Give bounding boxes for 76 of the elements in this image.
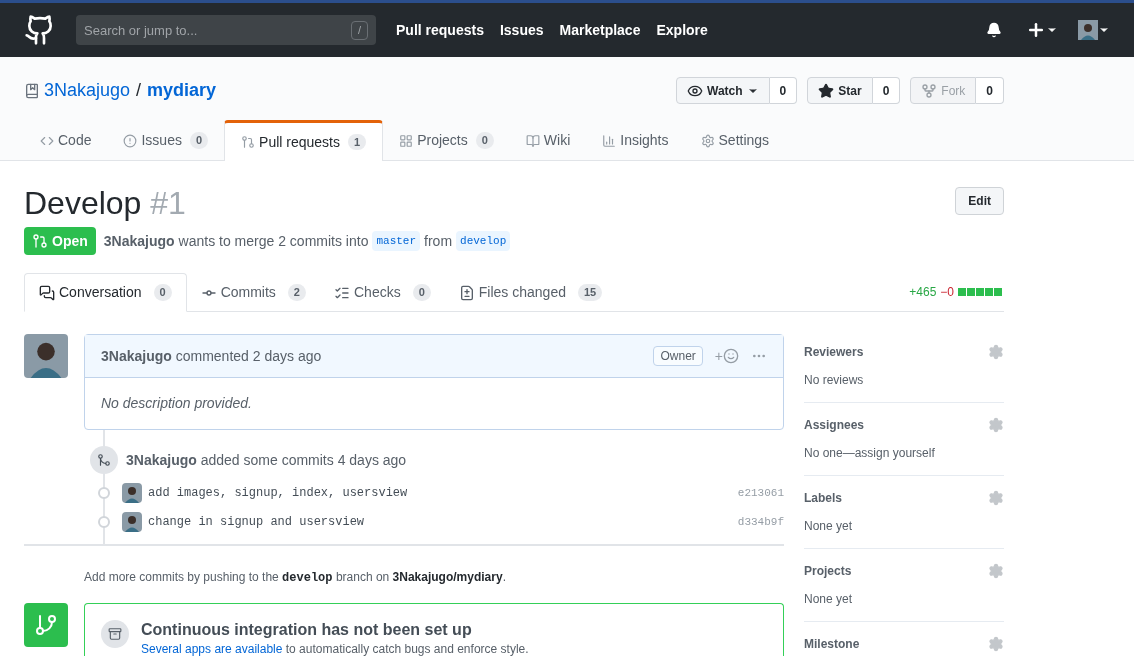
profile-menu[interactable] bbox=[1078, 20, 1110, 40]
repo-tab[interactable]: Code bbox=[24, 120, 108, 161]
speech-bubbles-icon bbox=[39, 284, 55, 301]
pr-tab[interactable]: Conversation 0 bbox=[24, 273, 187, 312]
commits-event-text: 3Nakajugo added some commits 4 days ago bbox=[126, 450, 407, 470]
book-icon bbox=[525, 133, 540, 148]
sidebar-value: None yet bbox=[804, 591, 854, 608]
repo-tab[interactable]: Insights bbox=[586, 120, 685, 161]
path-separator: / bbox=[136, 79, 142, 102]
sidebar-heading[interactable]: Labels bbox=[804, 489, 842, 507]
owner-link[interactable]: 3Nakajugo bbox=[44, 77, 131, 104]
repo-tab[interactable]: Projects 0 bbox=[383, 120, 510, 161]
diffstat-bar bbox=[958, 287, 1002, 296]
settings-icon[interactable] bbox=[988, 417, 1004, 433]
commit-message[interactable]: change in signup and usersview bbox=[148, 513, 738, 531]
avatar bbox=[122, 483, 142, 503]
ci-description: Several apps are available to automatically catch bugs and enforce style. bbox=[141, 641, 529, 656]
repo-tab[interactable]: Pull requests 1 bbox=[224, 120, 384, 161]
ci-icon bbox=[101, 620, 129, 648]
settings-icon[interactable] bbox=[988, 490, 1004, 506]
avatar bbox=[122, 512, 142, 532]
comment-header: 3Nakajugo commented 2 days ago bbox=[101, 346, 323, 366]
pr-tab[interactable]: Checks 0 bbox=[320, 273, 445, 312]
merge-status-icon bbox=[24, 603, 68, 647]
avatar bbox=[24, 334, 68, 378]
settings-icon[interactable] bbox=[988, 344, 1004, 360]
role-label: Owner bbox=[653, 346, 703, 366]
edit-button[interactable]: Edit bbox=[955, 187, 1004, 215]
sidebar-value: None yet bbox=[804, 518, 854, 535]
fork-icon bbox=[921, 82, 938, 99]
settings-icon[interactable] bbox=[988, 636, 1004, 652]
sidebar-heading[interactable]: Reviewers bbox=[804, 343, 864, 361]
commit-message[interactable]: add images, signup, index, usersview bbox=[148, 484, 738, 502]
sidebar-heading[interactable]: Assignees bbox=[804, 416, 865, 434]
pr-title: Develop #1 bbox=[24, 184, 187, 223]
pull-request-icon bbox=[32, 233, 48, 249]
deletions-count: −0 bbox=[940, 283, 954, 301]
status-badge: Open bbox=[24, 227, 96, 255]
gear-icon bbox=[700, 133, 715, 148]
new-menu[interactable] bbox=[1026, 20, 1058, 40]
repo-action-button[interactable]: Watch bbox=[676, 77, 770, 104]
repo-action-count[interactable]: 0 bbox=[872, 77, 901, 104]
push-hint: Add more commits by pushing to the develop branch on 3Nakajugo/mydiary. bbox=[84, 569, 507, 587]
ci-title: Continuous integration has not been set up bbox=[141, 620, 473, 640]
sidebar-value: No one—assign yourself bbox=[804, 445, 936, 462]
grid-icon bbox=[399, 133, 414, 148]
shortcut-key: / bbox=[350, 21, 368, 40]
repo-icon bbox=[24, 82, 40, 99]
plus-icon bbox=[1026, 20, 1046, 40]
repo-tab[interactable]: Settings bbox=[684, 120, 786, 161]
comment-body: No description provided. bbox=[100, 394, 253, 413]
repo-tab[interactable]: Issues 0 bbox=[107, 120, 225, 161]
nav-link[interactable]: Issues bbox=[499, 19, 544, 41]
repo-action-count[interactable]: 0 bbox=[769, 77, 798, 104]
sidebar-heading[interactable]: Projects bbox=[804, 562, 852, 580]
repo-tab[interactable]: Wiki bbox=[509, 120, 587, 161]
nav-link[interactable]: Explore bbox=[656, 19, 708, 41]
repo-link[interactable]: mydiary bbox=[147, 77, 217, 104]
notifications-icon[interactable] bbox=[986, 22, 1002, 38]
nav-link[interactable]: Marketplace bbox=[559, 19, 641, 41]
pr-tab[interactable]: Files changed 15 bbox=[444, 273, 617, 312]
settings-icon[interactable] bbox=[988, 563, 1004, 579]
nav-link[interactable]: Pull requests bbox=[396, 19, 484, 41]
sidebar-value: No reviews bbox=[804, 372, 865, 389]
alert-circle-icon bbox=[123, 133, 138, 148]
apps-link[interactable]: Several apps are available bbox=[141, 642, 283, 656]
bar-chart-icon bbox=[602, 133, 617, 148]
file-diff-icon bbox=[458, 284, 475, 301]
additions-count: +465 bbox=[909, 283, 937, 301]
pr-tab[interactable]: Commits 2 bbox=[186, 273, 320, 312]
sidebar-heading[interactable]: Milestone bbox=[804, 635, 860, 653]
star-icon bbox=[818, 82, 835, 99]
pull-request-icon bbox=[241, 135, 256, 149]
merge-summary: 3Nakajugo wants to merge 2 commits into master from develop bbox=[103, 230, 511, 252]
repo-action-button[interactable]: Star bbox=[807, 77, 873, 104]
avatar bbox=[1078, 20, 1098, 40]
